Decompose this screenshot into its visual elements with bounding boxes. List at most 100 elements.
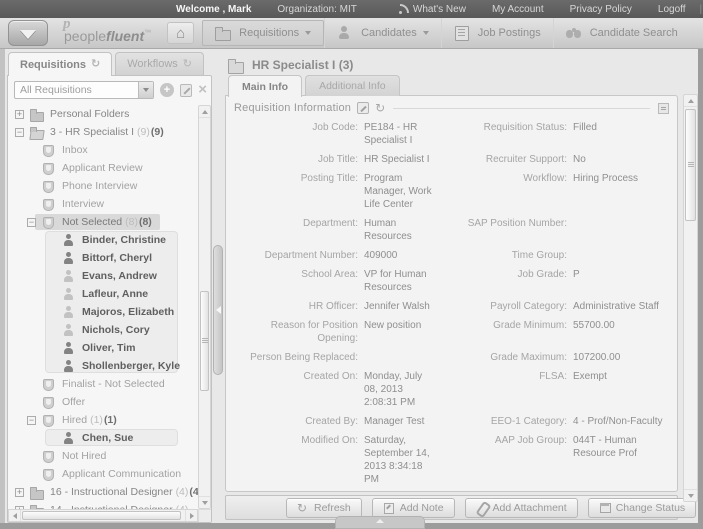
nav-requisitions[interactable]: Requisitions [202, 20, 325, 46]
expander-icon[interactable] [15, 109, 24, 119]
refresh-icon[interactable]: ↻ [91, 59, 100, 70]
field-value: Administrative Staff [573, 301, 659, 312]
scrollbar-thumb[interactable] [200, 291, 209, 391]
tree-offer[interactable]: Offer [9, 393, 198, 411]
tree-item-icon [62, 431, 75, 445]
collapse-panel-icon[interactable] [658, 102, 669, 114]
tree-folder-hr-specialist[interactable]: 3 - HR Specialist I (9) (9) [9, 123, 198, 141]
tree-item-text: Binder, Christine [82, 234, 166, 246]
requisition-information-panel: Requisition Information ↻ Job Code: PE18… [225, 95, 678, 492]
tree-candidate-chen-sue[interactable]: Chen, Sue [9, 429, 198, 447]
tree-applicant-review[interactable]: Applicant Review [9, 159, 198, 177]
select-dropdown-icon[interactable] [138, 82, 154, 98]
main-tab-label: Main Info [242, 80, 289, 93]
tree-phone-interview[interactable]: Phone Interview [9, 177, 198, 195]
field-label: Job Title: [317, 154, 358, 165]
tree-applicant-communication[interactable]: Applicant Communication [9, 465, 198, 483]
field-label: Recruiter Support: [485, 154, 567, 165]
collapse-footer-handle[interactable] [335, 516, 425, 529]
topbar-link-label: Privacy Policy [569, 3, 632, 15]
tree-inbox[interactable]: Inbox [9, 141, 198, 159]
scroll-left-arrow[interactable] [9, 510, 21, 521]
tree-candidate-binder-christine[interactable]: Binder, Christine [9, 231, 198, 250]
tree-hired[interactable]: Hired (1) (1) [9, 411, 198, 429]
tree-finalist-not-selected[interactable]: Finalist - Not Selected [9, 375, 198, 393]
sidebar-horizontal-scrollbar[interactable] [8, 509, 198, 522]
scroll-up-arrow[interactable] [684, 95, 697, 107]
field-label: School Area: [301, 269, 358, 280]
home-button[interactable]: ⌂ [167, 22, 195, 44]
requisition-filter-select[interactable]: All Requisitions [14, 81, 155, 99]
tree-item-label: 16 - Instructional Designer [50, 486, 173, 498]
tree-item-text: Lafleur, Anne [82, 288, 148, 300]
tree-candidate-majoros-elizabeth[interactable]: Majoros, Elizabeth [9, 302, 198, 322]
scrollbar-thumb[interactable] [22, 511, 181, 520]
tree-item-icon [42, 144, 55, 157]
expander-icon[interactable] [15, 127, 24, 137]
tree-candidate-nichols-cory[interactable]: Nichols, Cory [9, 320, 198, 340]
tab-additional-info[interactable]: Additional Info [305, 75, 400, 96]
tree-candidate-bittorf-cheryl[interactable]: Bittorf, Cheryl [9, 248, 198, 268]
sidebar-splitter[interactable] [213, 52, 225, 523]
expander-icon[interactable] [27, 217, 36, 227]
nav-candidate-search[interactable]: Candidate Search [552, 18, 690, 48]
tree-candidate-shollenberger-kyle[interactable]: Shollenberger, Kyle [9, 356, 198, 375]
tree-personal-folders[interactable]: Personal Folders [9, 105, 198, 123]
add-attachment-button[interactable]: Add Attachment [464, 497, 578, 518]
field-value: Exempt [573, 371, 607, 382]
edit-icon[interactable] [357, 102, 370, 114]
main-vertical-scrollbar[interactable] [683, 94, 698, 502]
tree-item-icon [42, 396, 55, 409]
whats-new-link[interactable]: What's New [398, 3, 466, 15]
field-row: Created On: Monday, July 08, 2013 2:08:3… [232, 370, 667, 409]
tree-not-selected[interactable]: Not Selected (8) (8) [9, 213, 198, 231]
tree-not-hired[interactable]: Not Hired [9, 447, 198, 465]
my-account-link[interactable]: My Account [492, 4, 544, 15]
window-frame-right [698, 0, 703, 529]
field-label: AAP Job Group: [494, 435, 567, 446]
field-row: School Area: VP for Human Resources Job … [232, 268, 667, 294]
tree-candidate-lafleur-anne[interactable]: Lafleur, Anne [9, 284, 198, 304]
sidebar-vertical-scrollbar[interactable] [198, 105, 211, 509]
scroll-up-arrow[interactable] [199, 106, 210, 118]
expander-icon[interactable] [27, 415, 36, 425]
field-value: 55700.00 [573, 320, 615, 331]
scroll-down-arrow[interactable] [684, 489, 697, 501]
field-label: FLSA: [539, 371, 567, 382]
sidebar-tab-requisitions[interactable]: Requisitions ↻ [8, 52, 113, 76]
tree-item-label: Evans, Andrew [82, 270, 157, 282]
tree-folder-instructional-designer-16[interactable]: 16 - Instructional Designer (4) (4) [9, 483, 198, 501]
tree-folder-instructional-designer-14[interactable]: 14 - Instructional Designer (4) [9, 501, 198, 509]
brand-p-icon: p [63, 15, 71, 32]
tree-item-icon [30, 126, 43, 139]
field-label: Grade Maximum: [490, 352, 567, 363]
filter-selected-value: All Requisitions [20, 84, 92, 96]
sidebar-tabs: Requisitions ↻ Workflows ↻ [5, 52, 213, 76]
tree-item-icon [30, 486, 44, 500]
collapse-sidebar-handle[interactable] [213, 245, 223, 375]
logoff-link[interactable]: Logoff [658, 4, 686, 15]
expander-icon[interactable] [15, 487, 24, 497]
add-folder-button[interactable] [160, 83, 174, 97]
tree-candidate-oliver-tim[interactable]: Oliver, Tim [9, 338, 198, 358]
change-status-button[interactable]: Change Status [587, 497, 697, 518]
collapse-header-button[interactable] [8, 20, 48, 46]
refresh-icon[interactable]: ↻ [183, 58, 192, 70]
nav-job-postings[interactable]: Job Postings [440, 18, 553, 48]
refresh-button[interactable]: Refresh [286, 497, 362, 518]
scroll-down-arrow[interactable] [199, 496, 210, 508]
delete-folder-button[interactable]: × [198, 82, 207, 97]
refresh-icon[interactable]: ↻ [375, 102, 385, 114]
edit-folder-button[interactable] [179, 83, 193, 97]
tree-candidate-evans-andrew[interactable]: Evans, Andrew [9, 266, 198, 286]
scrollbar-thumb[interactable] [685, 109, 696, 221]
nav-candidates[interactable]: Candidates [324, 18, 441, 48]
tree-item-text: Evans, Andrew [82, 270, 157, 282]
sidebar-tab-workflows[interactable]: Workflows ↻ [115, 52, 204, 75]
tree-interview[interactable]: Interview [9, 195, 198, 213]
scroll-right-arrow[interactable] [185, 510, 197, 521]
tree-item-icon [62, 323, 75, 337]
privacy-policy-link[interactable]: Privacy Policy [570, 4, 632, 15]
add-note-button[interactable]: Add Note [371, 497, 455, 518]
tab-main-info[interactable]: Main Info [228, 75, 303, 97]
